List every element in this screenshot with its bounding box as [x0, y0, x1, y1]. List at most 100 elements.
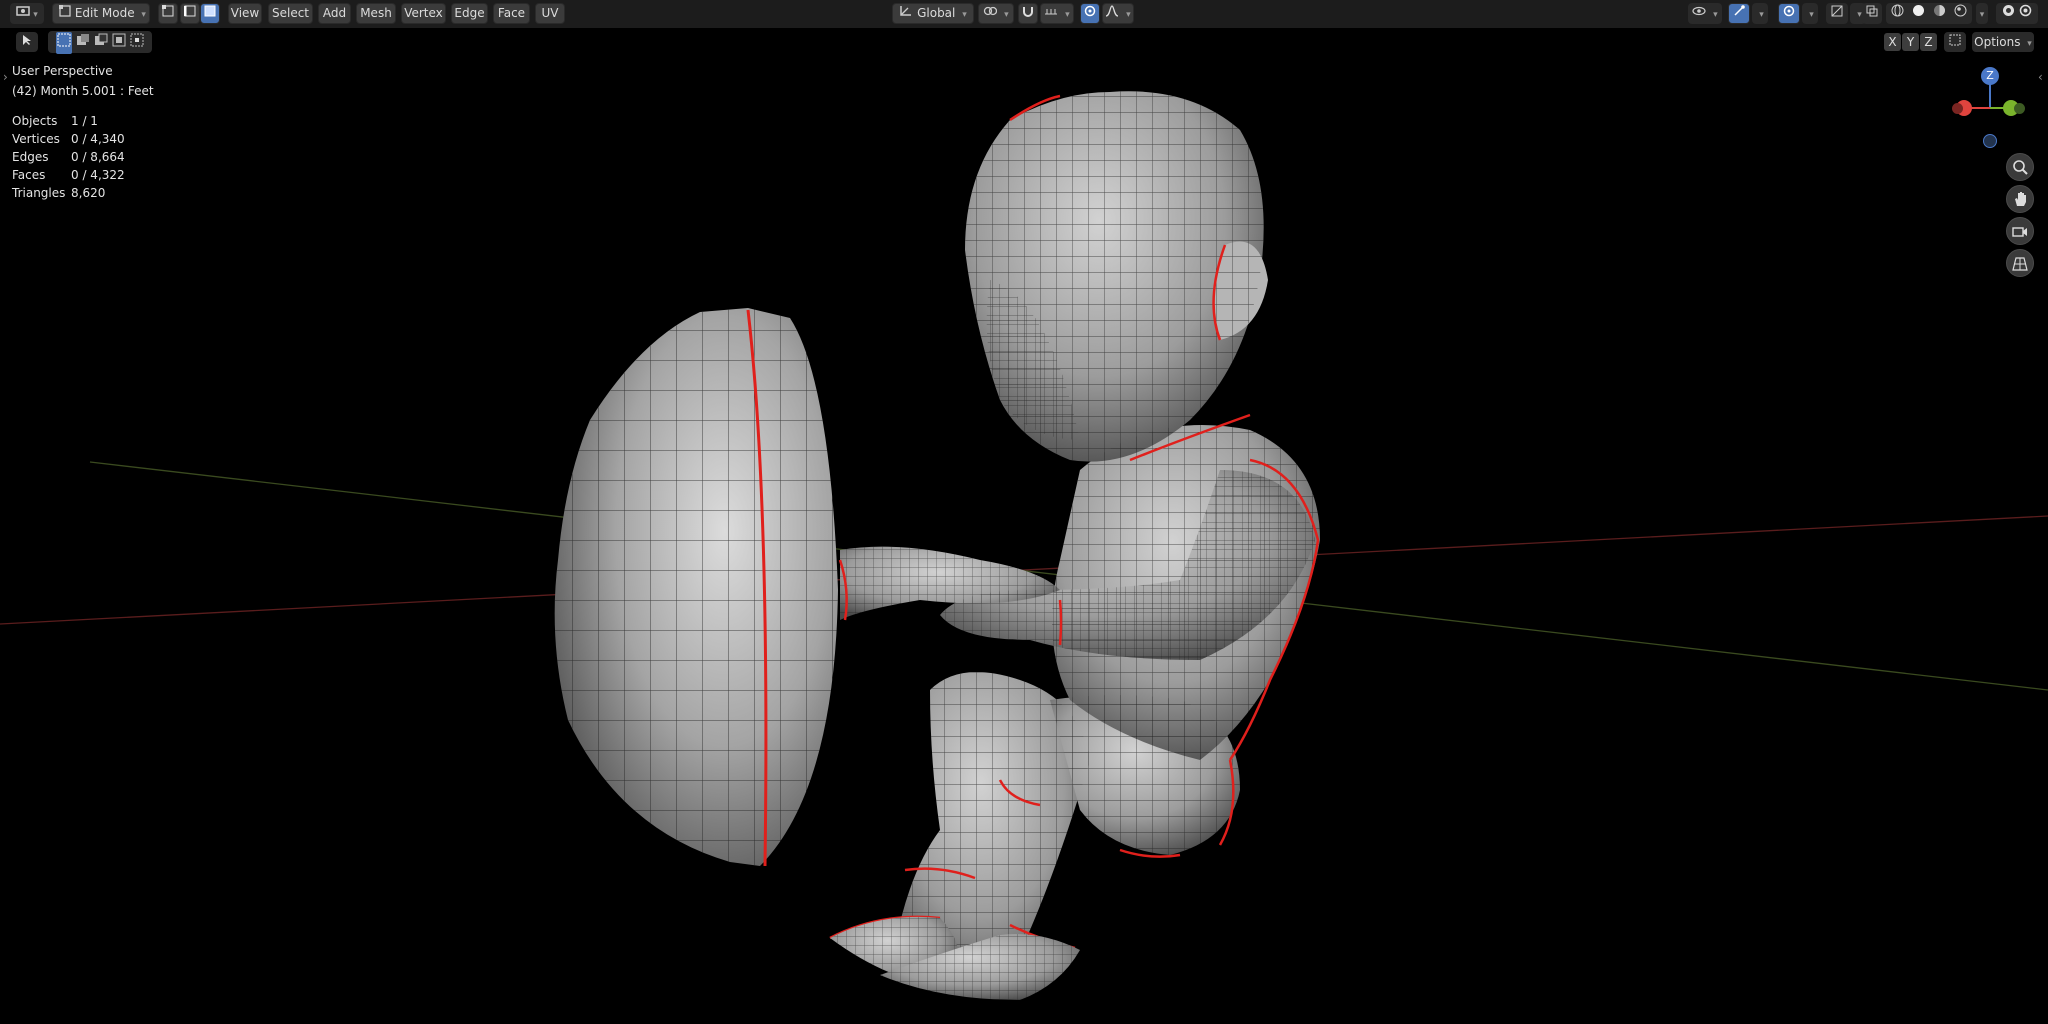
hand-icon — [2013, 191, 2029, 211]
render-icon — [2019, 4, 2032, 23]
select-intersect-icon[interactable] — [130, 33, 144, 53]
gizmo-neg-z-axis[interactable] — [1983, 134, 1997, 148]
snap-toggle[interactable] — [1018, 3, 1038, 24]
gizmo-lines — [1964, 76, 2012, 109]
editor-type-icon — [16, 4, 30, 23]
gizmo-z-axis[interactable]: Z — [1981, 67, 1999, 85]
select-new-icon[interactable] — [56, 32, 73, 54]
overlays-toggle[interactable] — [1778, 3, 1800, 24]
chevron-down-icon: ▾ — [962, 10, 967, 20]
mesh-options-icon — [1949, 33, 1961, 52]
chevron-down-icon: ▾ — [2027, 39, 2032, 49]
pan-button[interactable] — [2006, 185, 2034, 213]
rendered-shading-icon[interactable] — [1954, 4, 1967, 23]
body-mesh — [829, 91, 1320, 1000]
xray-icon — [1866, 4, 1878, 23]
stat-value: 8,620 — [71, 186, 106, 200]
camera-icon — [2002, 4, 2015, 23]
stat-label: Faces — [12, 168, 46, 182]
menu-mesh[interactable]: Mesh — [356, 3, 396, 24]
mesh-options-button[interactable] — [1944, 32, 1966, 52]
select-extend-icon[interactable] — [76, 33, 90, 53]
object-info: (42) Month 5.001 : Feet — [12, 84, 154, 98]
viewport-header: ▾ Edit Mode ▾ View Select Add Mesh Verte… — [0, 0, 2048, 28]
transform-orientation-dropdown[interactable]: Global ▾ — [892, 3, 974, 24]
menu-select[interactable]: Select — [268, 3, 313, 24]
proportional-editing-toggle[interactable] — [1080, 3, 1100, 24]
cursor-arrow-icon — [21, 33, 33, 52]
overlays-dropdown[interactable]: ▾ — [1802, 3, 1818, 24]
vertex-select-mode-button[interactable] — [158, 3, 178, 24]
mirror-x-toggle[interactable]: X — [1884, 33, 1901, 51]
gizmo-neg-x-axis[interactable] — [1952, 103, 1963, 114]
eye-icon — [1692, 4, 1706, 23]
material-preview-icon[interactable] — [1933, 4, 1946, 23]
mirror-z-toggle[interactable]: Z — [1920, 33, 1937, 51]
chevron-down-icon: ▾ — [1126, 10, 1131, 20]
orientation-icon — [899, 4, 913, 23]
chevron-down-icon: ▾ — [33, 10, 38, 20]
falloff-curve-icon — [1105, 4, 1119, 23]
visibility-dropdown[interactable]: ▾ — [1688, 3, 1722, 24]
stat-value: 0 / 4,322 — [71, 168, 125, 182]
select-invert-icon[interactable] — [112, 33, 126, 53]
disc-mesh — [554, 308, 838, 867]
mirror-y-toggle[interactable]: Y — [1902, 33, 1919, 51]
pivot-icon — [983, 4, 998, 23]
options-dropdown[interactable]: Options ▾ — [1972, 32, 2034, 52]
magnet-icon — [1022, 4, 1034, 23]
select-subtract-icon[interactable] — [94, 33, 108, 53]
menu-face[interactable]: Face — [493, 3, 530, 24]
chevron-down-icon: ▾ — [1065, 10, 1070, 20]
chevron-down-icon: ▾ — [141, 10, 146, 20]
snap-increment-icon — [1044, 4, 1058, 23]
solid-shading-icon[interactable] — [1912, 4, 1925, 23]
face-select-icon — [204, 4, 216, 23]
view-name: User Perspective — [12, 64, 113, 78]
gizmo-toggle[interactable] — [1728, 3, 1750, 24]
menu-add[interactable]: Add — [318, 3, 351, 24]
edge-select-icon — [183, 4, 196, 23]
x-axis-line — [0, 515, 2048, 625]
grid-perspective-icon — [2012, 256, 2028, 275]
menu-vertex[interactable]: Vertex — [401, 3, 446, 24]
proportional-falloff-dropdown[interactable]: ▾ — [1102, 3, 1134, 24]
stat-label: Edges — [12, 150, 49, 164]
mesh-edit-overlays-toggle[interactable] — [1826, 3, 1848, 24]
viewport-scene[interactable] — [0, 0, 2048, 1024]
wireframe-shading-icon[interactable] — [1891, 4, 1904, 23]
editor-type-button[interactable]: ▾ — [10, 3, 44, 24]
gizmo-neg-y-axis[interactable] — [2014, 103, 2025, 114]
proportional-editing-icon — [1084, 4, 1096, 23]
render-toggles[interactable] — [1996, 3, 2038, 24]
edge-select-mode-button[interactable] — [180, 3, 200, 24]
mode-selector[interactable]: Edit Mode ▾ — [52, 3, 150, 24]
menu-edge[interactable]: Edge — [451, 3, 488, 24]
menu-uv[interactable]: UV — [535, 3, 565, 24]
zoom-button[interactable] — [2006, 153, 2034, 181]
stat-value: 0 / 8,664 — [71, 150, 125, 164]
camera-view-icon — [2012, 224, 2028, 243]
camera-view-button[interactable] — [2006, 217, 2034, 245]
chevron-down-icon: ▾ — [1004, 10, 1009, 20]
gizmo-icon — [1733, 4, 1745, 23]
mesh-overlay-icon — [1831, 4, 1843, 23]
toolbar-toggle-icon[interactable]: › — [3, 70, 8, 84]
xray-toggle[interactable] — [1862, 3, 1882, 24]
chevron-down-icon: ▾ — [1713, 10, 1718, 20]
active-tool-button[interactable] — [16, 32, 38, 52]
stat-value: 1 / 1 — [71, 114, 98, 128]
transform-orientation-label: Global — [917, 6, 956, 20]
face-select-mode-button[interactable] — [200, 3, 220, 24]
stat-label: Triangles — [12, 186, 66, 200]
sidebar-toggle-icon[interactable]: ‹ — [2038, 70, 2043, 84]
mode-label: Edit Mode — [74, 6, 135, 20]
shading-dropdown[interactable]: ▾ — [1976, 3, 1988, 24]
perspective-toggle-button[interactable] — [2006, 249, 2034, 277]
stat-label: Objects — [12, 114, 58, 128]
menu-view[interactable]: View — [228, 3, 262, 24]
chevron-down-icon: ▾ — [1759, 10, 1764, 20]
snap-target-dropdown[interactable]: ▾ — [1040, 3, 1074, 24]
pivot-point-dropdown[interactable]: ▾ — [978, 3, 1014, 24]
gizmo-dropdown[interactable]: ▾ — [1752, 3, 1768, 24]
